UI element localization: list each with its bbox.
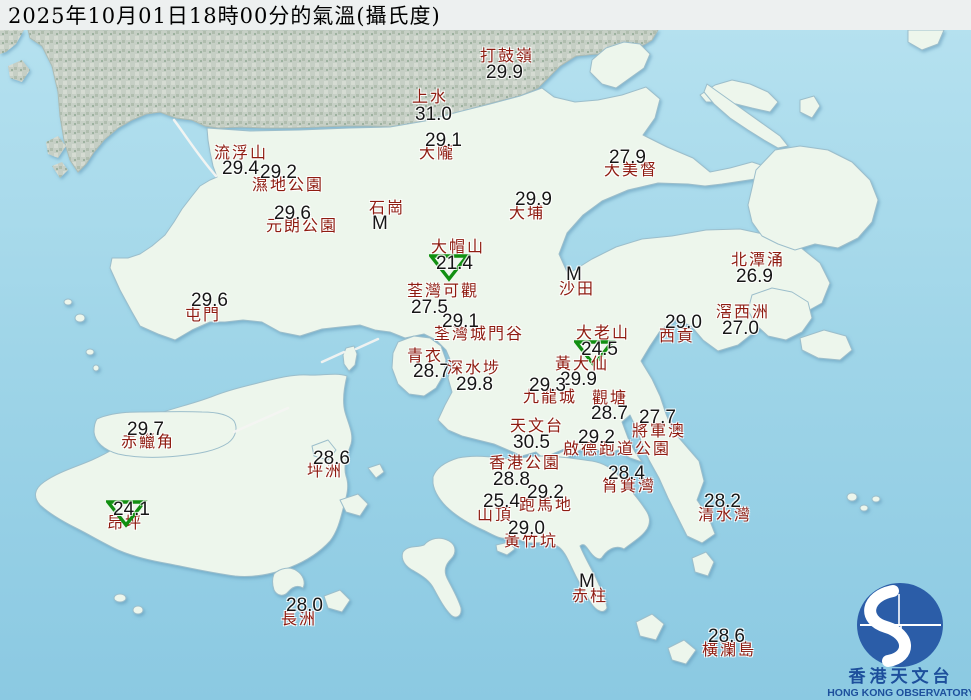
station-value: 28.6 bbox=[313, 449, 350, 468]
station-value: 21.4 bbox=[436, 254, 473, 273]
station-value: 29.6 bbox=[274, 204, 311, 223]
station-value: 28.0 bbox=[286, 596, 323, 615]
station-value: 28.7 bbox=[413, 362, 450, 381]
station-value: 29.0 bbox=[665, 313, 702, 332]
station-value: 29.0 bbox=[508, 519, 545, 538]
station-value: 30.5 bbox=[513, 433, 550, 452]
station-value: 24.1 bbox=[113, 500, 150, 519]
station-value: 25.4 bbox=[483, 492, 520, 511]
hk-map: 香港天文台 HONG KONG OBSERVATORY bbox=[0, 0, 971, 700]
station-value: 29.1 bbox=[425, 131, 462, 150]
station-value: 29.7 bbox=[127, 420, 164, 439]
station-value: 29.9 bbox=[515, 190, 552, 209]
station-value: 28.8 bbox=[493, 470, 530, 489]
station-value: M bbox=[579, 572, 595, 591]
station-value: M bbox=[566, 265, 582, 284]
title-bar: 2025年10月01日18時00分的氣溫(攝氏度) bbox=[0, 0, 971, 30]
station-value: 29.9 bbox=[486, 63, 523, 82]
station-value: 28.6 bbox=[708, 627, 745, 646]
station-value: 29.2 bbox=[578, 428, 615, 447]
hko-logo-english: HONG KONG OBSERVATORY bbox=[827, 687, 971, 699]
page-title: 2025年10月01日18時00分的氣溫(攝氏度) bbox=[0, 0, 441, 30]
hko-logo-chinese: 香港天文台 bbox=[849, 666, 954, 687]
station-value: 28.4 bbox=[608, 464, 645, 483]
station-value: 26.9 bbox=[736, 267, 773, 286]
station-value: 29.2 bbox=[527, 483, 564, 502]
station-value: 29.3 bbox=[529, 376, 566, 395]
station-value: 27.0 bbox=[722, 319, 759, 338]
station-value: 29.6 bbox=[191, 291, 228, 310]
station-value: 29.2 bbox=[260, 163, 297, 182]
station-value: 29.1 bbox=[442, 312, 479, 331]
station-value: 27.9 bbox=[609, 148, 646, 167]
station-value: 31.0 bbox=[415, 105, 452, 124]
station-value: 27.7 bbox=[639, 408, 676, 427]
station-value: 28.2 bbox=[704, 492, 741, 511]
station-value: 29.8 bbox=[456, 375, 493, 394]
station-value: 28.7 bbox=[591, 404, 628, 423]
station-label: 上水 bbox=[412, 88, 448, 105]
station-value: M bbox=[372, 214, 388, 233]
